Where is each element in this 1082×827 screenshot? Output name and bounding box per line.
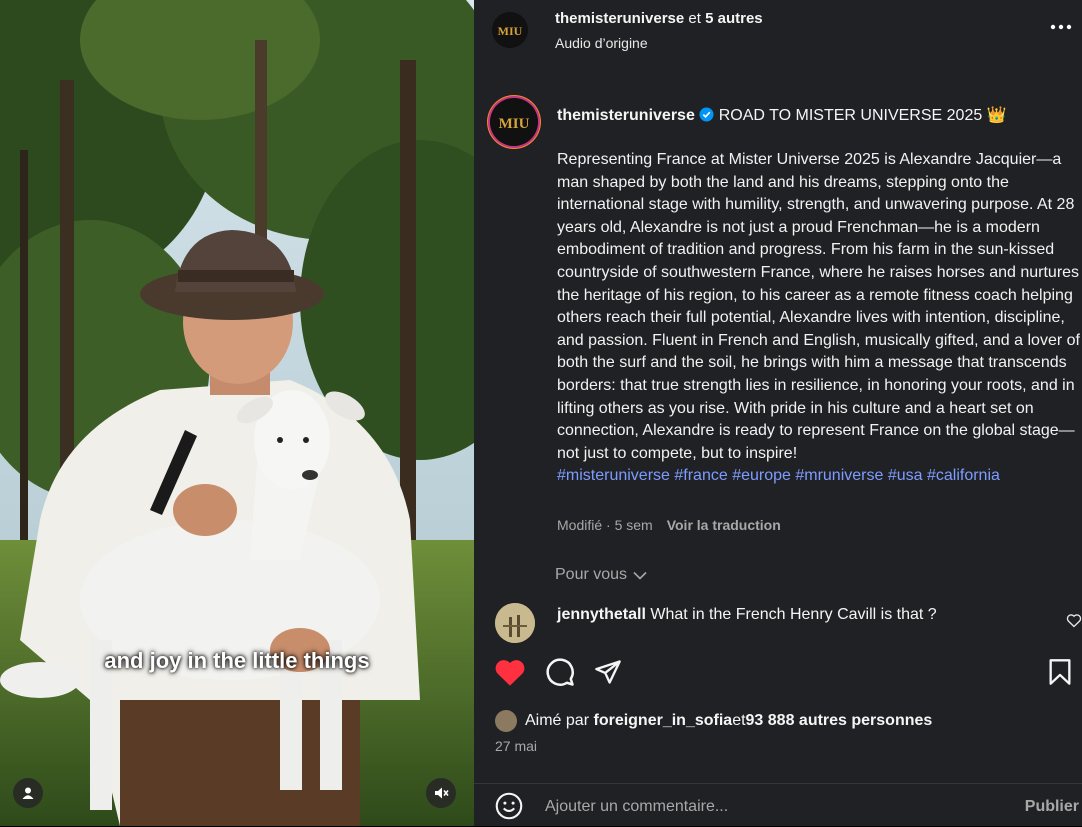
video-frame [0, 0, 474, 826]
caption-body-text: Representing France at Mister Universe 2… [557, 151, 1080, 462]
commenter-name[interactable]: jennythetall [557, 606, 646, 623]
post-side-panel: MIU themisteruniverse et 5 autres Audio … [474, 0, 1082, 826]
video-subtitle: and joy in the little things [104, 648, 370, 673]
post-header: MIU themisteruniverse et 5 autres Audio … [474, 0, 1082, 70]
comment-body: What in the French Henry Cavill is that … [650, 606, 937, 623]
header-accounts: themisteruniverse et 5 autres [555, 10, 763, 27]
publish-button[interactable]: Publier [1025, 798, 1079, 816]
comment-button[interactable] [543, 655, 577, 689]
speech-bubble-icon [546, 658, 574, 686]
comment-composer: Ajouter un commentaire... Publier [474, 783, 1082, 827]
verified-badge-icon [699, 107, 714, 122]
likes-summary: Aimé par foreigner_in_sofia et 93 888 au… [495, 709, 932, 733]
likes-count[interactable]: 93 888 autres personnes [746, 712, 933, 730]
svg-text:MIU: MIU [499, 116, 530, 132]
caption-meta: Modifié · 5 sem Voir la traduction [557, 517, 781, 533]
likes-prefix: Aimé par [525, 712, 590, 729]
caption-text: Representing France at Mister Universe 2… [557, 149, 1082, 488]
chevron-down-icon [633, 571, 647, 580]
bookmark-icon [1049, 659, 1071, 685]
comment-input[interactable]: Ajouter un commentaire... [545, 798, 728, 816]
reel-viewer: and joy in the little things MIU themist… [0, 0, 1082, 826]
header-account-link[interactable]: themisteruniverse [555, 10, 684, 27]
more-options-icon[interactable] [1050, 14, 1072, 34]
post-date[interactable]: 27 mai [495, 738, 537, 754]
likes-connector: et [732, 712, 746, 729]
save-button[interactable] [1043, 655, 1077, 689]
svg-text:MIU: MIU [498, 24, 523, 38]
for-you-toggle[interactable]: Pour vous [555, 566, 647, 584]
caption-hashtags[interactable]: #misteruniverse #france #europe #mrunive… [557, 467, 1000, 484]
commenter-avatar[interactable] [495, 603, 535, 643]
liker-avatar[interactable] [495, 710, 517, 732]
emoji-icon[interactable] [495, 792, 523, 820]
caption-author-name[interactable]: themisteruniverse [557, 107, 695, 124]
share-button[interactable] [591, 655, 625, 689]
post-caption: MIU themisteruniverse ROAD TO MISTER UNI… [474, 86, 1082, 536]
liker-name[interactable]: foreigner_in_sofia [593, 712, 732, 730]
audio-link[interactable]: Audio d’origine [555, 35, 648, 51]
comment-text: jennythetall What in the French Henry Ca… [557, 606, 937, 624]
header-others-link[interactable]: 5 autres [705, 10, 763, 27]
heart-filled-icon [495, 659, 525, 686]
avatar-photo-icon [495, 603, 535, 643]
tagged-users-button[interactable] [13, 778, 43, 808]
translate-link[interactable]: Voir la traduction [667, 517, 781, 533]
comment-like-icon[interactable] [1066, 613, 1082, 628]
crown-emoji: 👑 [986, 107, 1007, 124]
edited-timestamp: Modifié · 5 sem [557, 517, 653, 533]
comment-item: jennythetall What in the French Henry Ca… [474, 600, 1082, 645]
caption-headline: ROAD TO MISTER UNIVERSE 2025 [718, 107, 983, 124]
paper-plane-icon [595, 660, 621, 684]
mute-toggle-button[interactable] [426, 778, 456, 808]
miu-logo-icon: MIU [492, 12, 528, 48]
person-icon [22, 787, 34, 799]
speaker-muted-icon [435, 787, 449, 799]
like-button[interactable] [493, 655, 527, 689]
action-bar [474, 655, 1082, 695]
video-player[interactable]: and joy in the little things [0, 0, 474, 826]
caption-author-avatar[interactable]: MIU [490, 98, 538, 146]
author-avatar[interactable]: MIU [492, 12, 528, 48]
for-you-label: Pour vous [555, 566, 628, 583]
caption-heading: themisteruniverse ROAD TO MISTER UNIVERS… [557, 105, 1007, 125]
miu-logo-icon: MIU [490, 98, 538, 146]
